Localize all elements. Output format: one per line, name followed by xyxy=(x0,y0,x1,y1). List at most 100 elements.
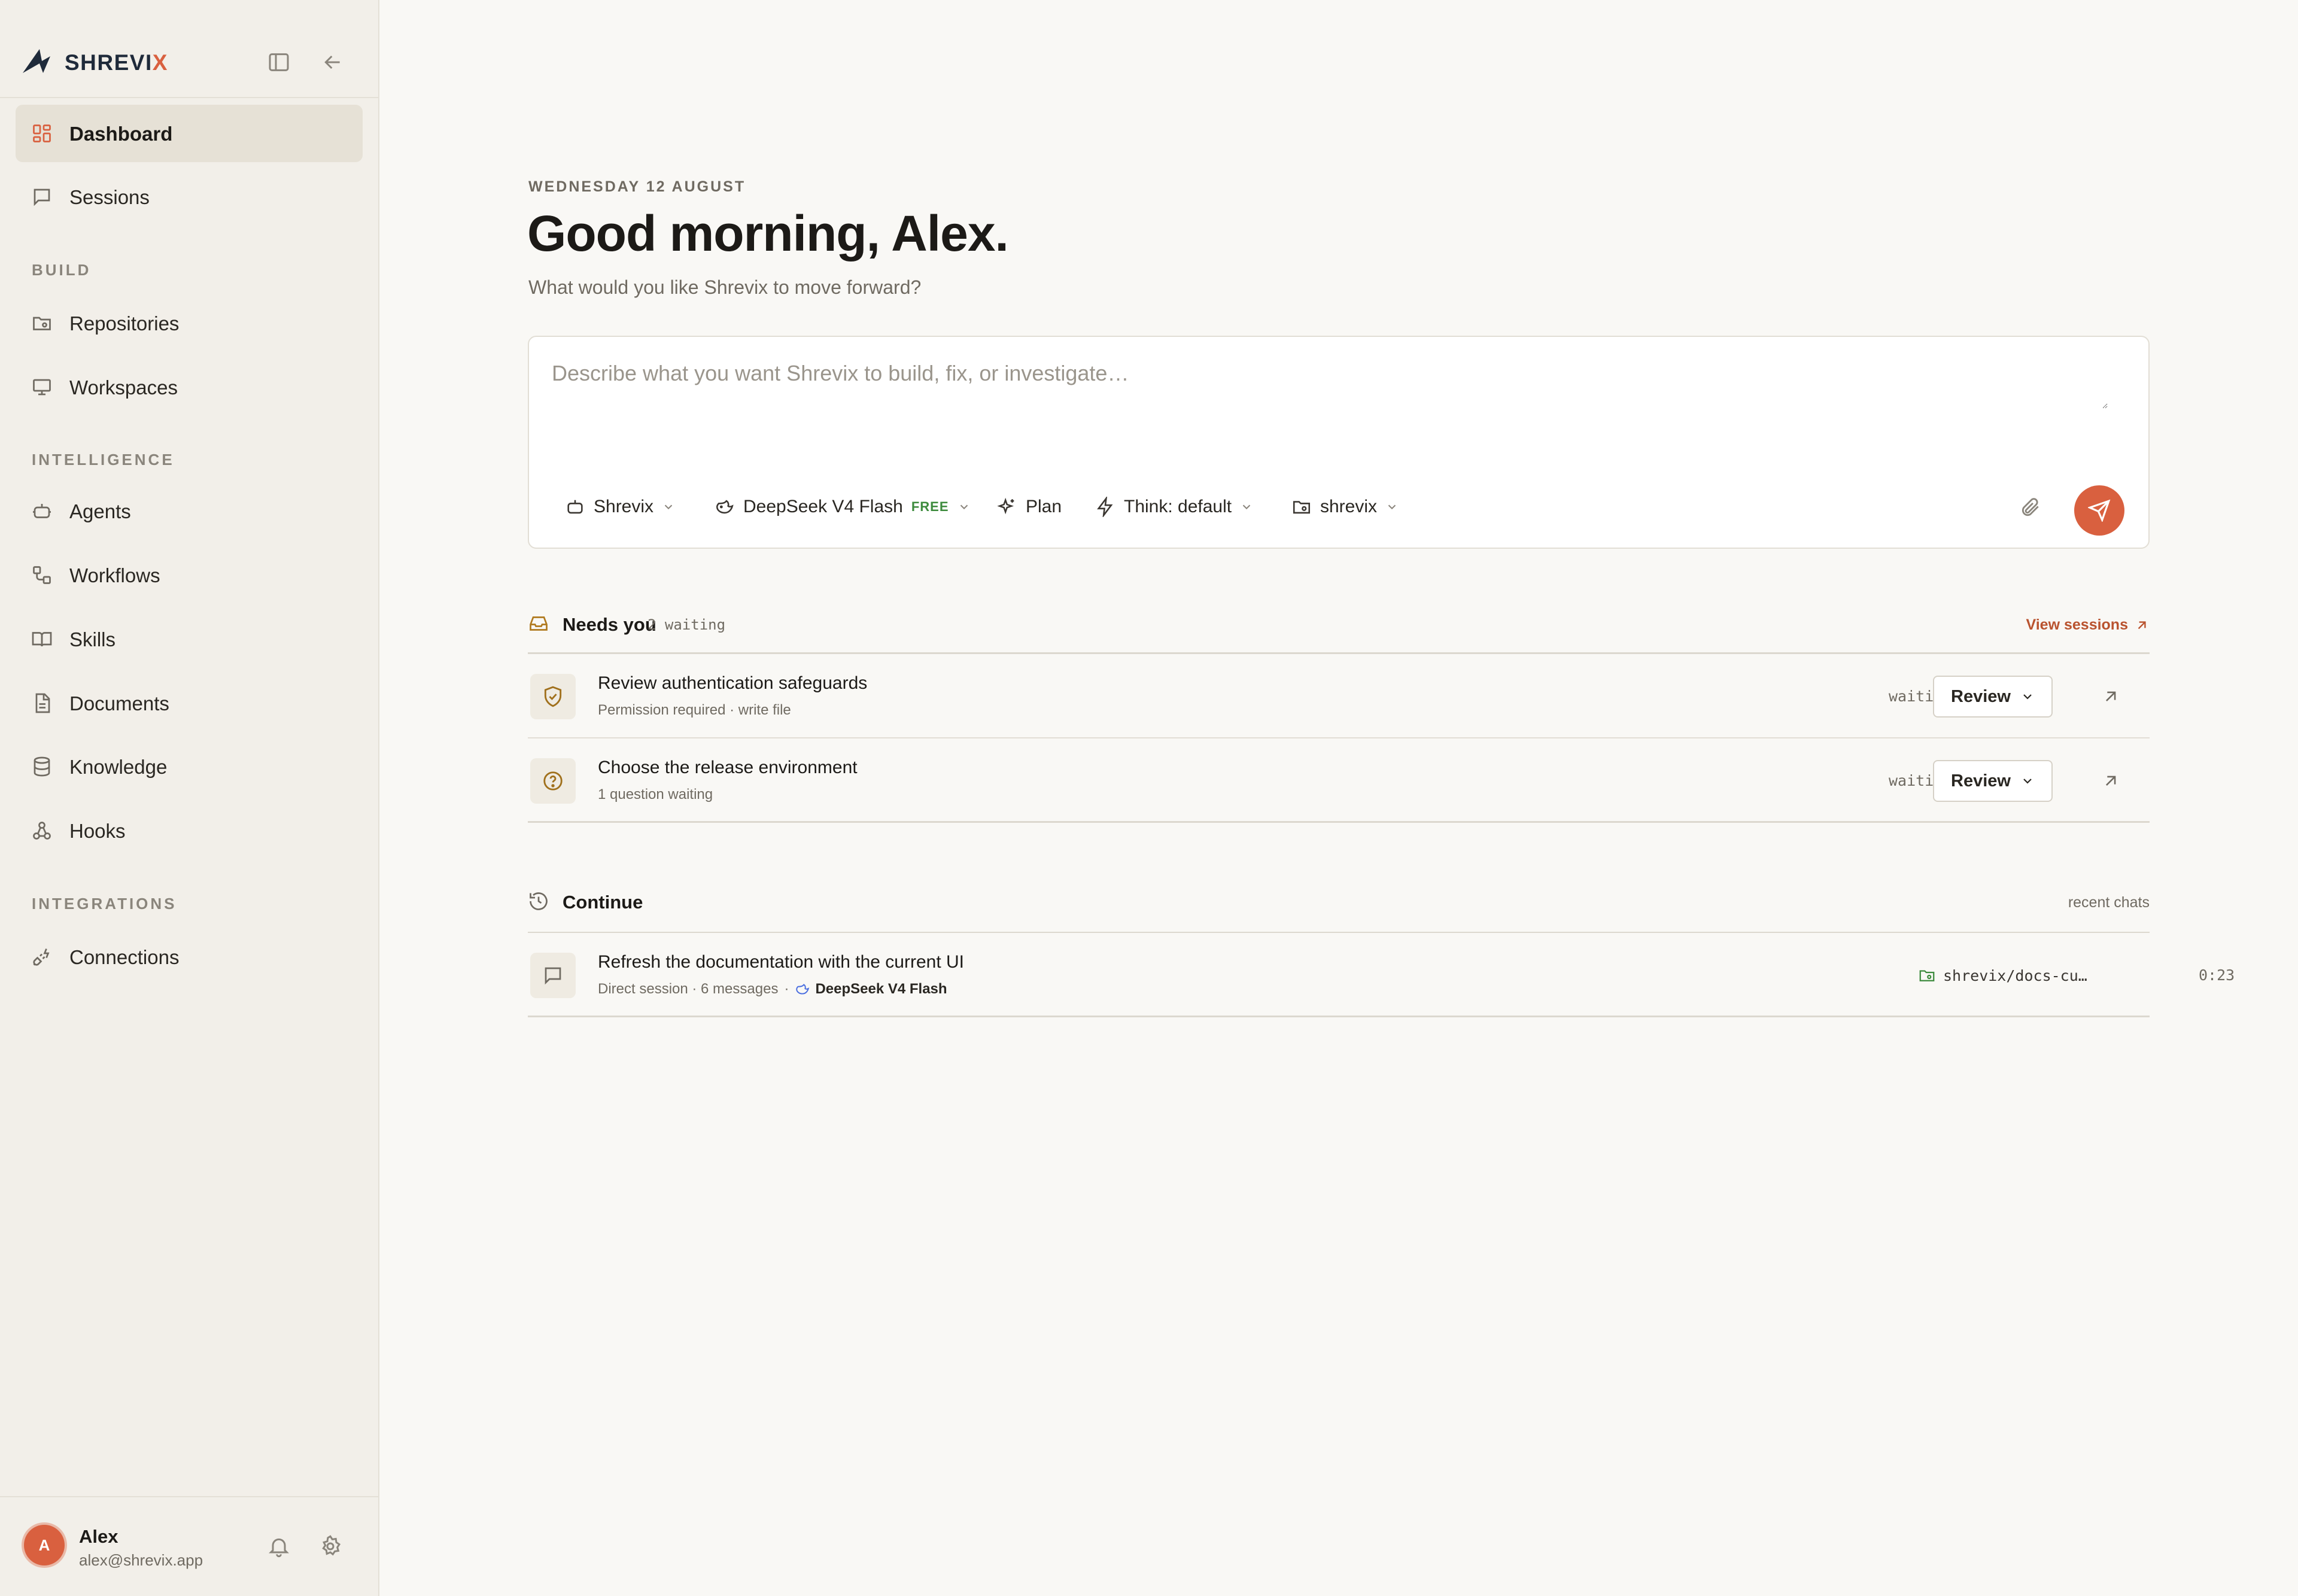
nav-workflows[interactable]: Workflows xyxy=(16,546,363,604)
monitor-icon xyxy=(31,376,53,398)
sparkle-icon xyxy=(997,497,1017,517)
model-label: DeepSeek V4 Flash xyxy=(743,497,903,516)
document-icon xyxy=(31,692,53,714)
repo-tag: shrevix/docs-cu… xyxy=(1918,966,2087,984)
grid-icon xyxy=(31,123,53,144)
nav-label: Skills xyxy=(69,628,116,650)
avatar[interactable]: A xyxy=(24,1525,65,1565)
nav-label: Hooks xyxy=(69,820,126,842)
user-footer: A Alex alex@shrevix.app xyxy=(0,1496,378,1596)
free-badge: FREE xyxy=(911,499,949,514)
needs-you-header: Needs you 2 waiting View sessions xyxy=(528,607,2150,643)
recent-chats-label: recent chats xyxy=(2068,894,2150,911)
repo-selector[interactable]: shrevix xyxy=(1291,493,1399,521)
section-intelligence-title: INTELLIGENCE xyxy=(32,451,175,469)
review-label: Review xyxy=(1951,686,2011,706)
nav-label: Repositories xyxy=(69,312,180,335)
chat-icon xyxy=(530,953,576,998)
nav-connections[interactable]: Connections xyxy=(16,928,363,986)
model-name: DeepSeek V4 Flash xyxy=(815,981,947,997)
nav-hooks[interactable]: Hooks xyxy=(16,802,363,859)
nav-agents[interactable]: Agents xyxy=(16,482,363,540)
plug-icon xyxy=(31,946,53,968)
nav-dashboard[interactable]: Dashboard xyxy=(16,105,363,162)
history-icon xyxy=(528,890,549,912)
chevron-down-icon xyxy=(2023,694,2032,700)
brand-name[interactable]: SHREVIX xyxy=(65,50,168,75)
arrow-up-right-icon[interactable] xyxy=(2101,686,2121,707)
gear-icon[interactable] xyxy=(318,1534,342,1558)
lightning-icon xyxy=(1095,497,1115,517)
list-item[interactable]: Review authentication safeguards Permiss… xyxy=(528,654,2150,738)
shield-check-icon xyxy=(530,674,576,719)
continue-header: Continue recent chats xyxy=(528,884,2150,920)
paperclip-icon[interactable] xyxy=(2019,496,2042,519)
needs-you-list: Review authentication safeguards Permiss… xyxy=(528,652,2150,823)
think-selector[interactable]: Think: default xyxy=(1095,493,1253,521)
nav-repositories[interactable]: Repositories xyxy=(16,294,363,352)
session-meta: Direct session · 6 messages xyxy=(598,981,779,997)
chevron-down-icon xyxy=(1385,500,1399,513)
nav-skills[interactable]: Skills xyxy=(16,610,363,668)
sidebar-header: SHREVIX xyxy=(0,0,378,98)
arrow-up-right-icon xyxy=(2138,621,2146,629)
model-selector[interactable]: DeepSeek V4 Flash FREE xyxy=(715,493,971,521)
item-subtitle: Direct session · 6 messages · DeepSeek V… xyxy=(598,981,947,998)
book-icon xyxy=(31,628,53,650)
nav-label: Knowledge xyxy=(69,756,168,778)
view-sessions-link[interactable]: View sessions xyxy=(2026,616,2150,634)
agent-label: Shrevix xyxy=(594,497,654,516)
shrevix-logo-icon[interactable] xyxy=(22,48,51,74)
user-name: Alex xyxy=(79,1526,118,1547)
nav-documents[interactable]: Documents xyxy=(16,674,363,732)
nav-sessions[interactable]: Sessions xyxy=(16,168,363,226)
section-integrations-title: INTEGRATIONS xyxy=(32,895,177,913)
nav-label: Dashboard xyxy=(69,123,173,145)
repo-folder-icon xyxy=(1291,497,1312,517)
toggle-sidebar-icon[interactable] xyxy=(267,50,291,74)
nav-knowledge[interactable]: Knowledge xyxy=(16,738,363,795)
item-subtitle: Permission required · write file xyxy=(598,702,791,718)
send-button[interactable] xyxy=(2074,485,2124,536)
bell-icon[interactable] xyxy=(267,1534,291,1558)
repo-label: shrevix xyxy=(1320,497,1378,516)
section-title: Needs you xyxy=(563,614,656,635)
agent-selector[interactable]: Shrevix xyxy=(565,493,675,521)
whale-icon xyxy=(715,497,735,517)
item-title: Choose the release environment xyxy=(598,758,858,777)
nav-workspaces[interactable]: Workspaces xyxy=(16,358,363,416)
section-title: Continue xyxy=(563,892,643,913)
nav-label: Documents xyxy=(69,692,169,715)
list-item[interactable]: Choose the release environment 1 questio… xyxy=(528,738,2150,823)
chevron-down-icon xyxy=(662,500,675,513)
collapse-arrow-icon[interactable] xyxy=(321,50,345,74)
plan-toggle[interactable]: Plan xyxy=(997,493,1062,521)
prompt-composer: Shrevix DeepSeek V4 Flash FREE Plan Thin… xyxy=(528,336,2150,549)
whale-icon xyxy=(796,984,810,995)
date-label: WEDNESDAY 12 AUGUST xyxy=(528,178,746,195)
main-content: WEDNESDAY 12 AUGUST Good morning, Alex. … xyxy=(379,0,2298,1596)
continue-list: Refresh the documentation with the curre… xyxy=(528,932,2235,1017)
sidebar: SHREVIX Dashboard Sessions BUILD Reposit… xyxy=(0,0,379,1596)
nav-label: Agents xyxy=(69,500,131,522)
chevron-down-icon xyxy=(2023,779,2032,784)
workflow-icon xyxy=(31,564,53,586)
separator-dot: · xyxy=(784,981,789,997)
nav-label: Sessions xyxy=(69,186,150,208)
review-button[interactable]: Review xyxy=(1933,760,2053,802)
item-subtitle: 1 question waiting xyxy=(598,786,713,802)
database-icon xyxy=(31,756,53,777)
list-item[interactable]: Refresh the documentation with the curre… xyxy=(528,933,2235,1017)
question-circle-icon xyxy=(530,758,576,804)
item-title: Refresh the documentation with the curre… xyxy=(598,952,964,972)
review-label: Review xyxy=(1951,771,2011,791)
repo-folder-icon xyxy=(1919,970,1935,981)
prompt-input[interactable] xyxy=(552,361,2108,409)
nav-label: Workflows xyxy=(69,564,160,586)
repo-folder-icon xyxy=(31,312,53,334)
think-label: Think: default xyxy=(1124,497,1232,516)
review-button[interactable]: Review xyxy=(1933,676,2053,718)
arrow-up-right-icon[interactable] xyxy=(2101,771,2121,791)
inbox-icon xyxy=(528,613,549,634)
page-subtitle: What would you like Shrevix to move forw… xyxy=(528,276,922,298)
